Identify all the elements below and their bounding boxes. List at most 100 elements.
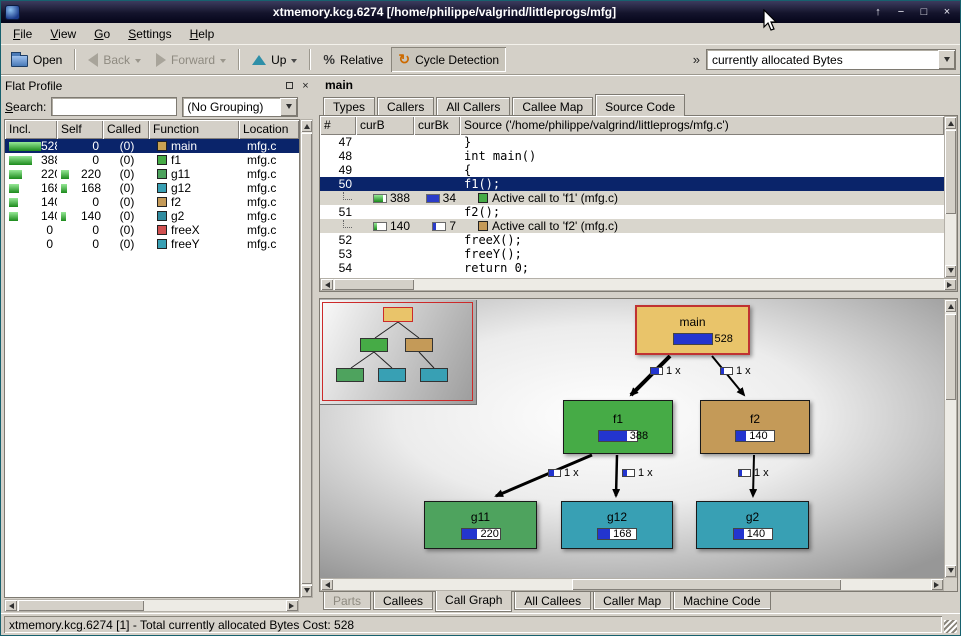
menu-file[interactable]: File: [4, 24, 41, 44]
source-line-selected[interactable]: 50 f1();: [320, 177, 944, 191]
column-source[interactable]: Source ('/home/philippe/valgrind/littlep…: [460, 116, 944, 135]
scroll-up-button[interactable]: [945, 300, 956, 312]
dock-float-button[interactable]: [283, 79, 296, 92]
column-called[interactable]: Called: [103, 120, 149, 139]
column-curB[interactable]: curB: [356, 116, 414, 135]
scroll-left-button[interactable]: [321, 579, 333, 590]
source-line[interactable]: 52 freeX();: [320, 233, 944, 247]
scrollbar-thumb[interactable]: [572, 579, 841, 590]
scrollbar-thumb[interactable]: [301, 133, 312, 584]
source-call-annotation[interactable]: 140 7 Active call to 'f2' (mfg.c): [320, 219, 944, 233]
flat-profile-vertical-scrollbar[interactable]: [300, 119, 313, 598]
graph-node-f1[interactable]: f1 388: [563, 400, 673, 454]
source-call-annotation[interactable]: 388 34 Active call to 'f1' (mfg.c): [320, 191, 944, 205]
tab-source-code[interactable]: Source Code: [595, 94, 685, 116]
column-function[interactable]: Function: [149, 120, 239, 139]
tab-call-graph[interactable]: Call Graph: [435, 591, 512, 612]
tab-callers[interactable]: Callers: [377, 97, 434, 115]
tab-all-callees[interactable]: All Callees: [514, 592, 591, 610]
scroll-up-button[interactable]: [945, 117, 956, 129]
graph-overview-minimap[interactable]: [320, 300, 477, 405]
forward-button[interactable]: Forward: [149, 47, 233, 72]
menu-settings[interactable]: Settings: [119, 24, 180, 44]
close-button[interactable]: ×: [938, 4, 956, 20]
tab-machine-code[interactable]: Machine Code: [673, 592, 770, 610]
titlebar[interactable]: xtmemory.kcg.6274 [/home/philippe/valgri…: [1, 1, 960, 23]
scroll-left-button[interactable]: [321, 279, 333, 290]
table-row-freeX[interactable]: 0 0 (0) freeX mfg.c: [5, 223, 299, 237]
scroll-right-button[interactable]: [944, 279, 956, 290]
graph-node-g12[interactable]: g12 168: [561, 501, 673, 549]
relative-toggle-button[interactable]: % Relative: [316, 47, 390, 72]
graph-node-g2[interactable]: g2 140: [696, 501, 809, 549]
tab-callee-map[interactable]: Callee Map: [512, 97, 593, 115]
scroll-down-button[interactable]: [301, 585, 312, 597]
source-line[interactable]: 51 f2();: [320, 205, 944, 219]
edge-label: 1 x: [650, 365, 681, 377]
source-line[interactable]: 47 }: [320, 135, 944, 149]
dock-close-button[interactable]: ×: [299, 79, 312, 92]
menu-view[interactable]: View: [41, 24, 85, 44]
source-line[interactable]: 48 int main(): [320, 149, 944, 163]
toolbar-overflow-button[interactable]: »: [688, 52, 705, 67]
source-line[interactable]: 49 {: [320, 163, 944, 177]
column-self[interactable]: Self: [57, 120, 103, 139]
scroll-right-button[interactable]: [931, 579, 943, 590]
up-button[interactable]: Up: [245, 47, 304, 72]
open-button[interactable]: Open: [4, 47, 69, 72]
source-horizontal-scrollbar[interactable]: [320, 278, 957, 291]
menu-go[interactable]: Go: [85, 24, 119, 44]
flat-profile-horizontal-scrollbar[interactable]: [4, 599, 299, 612]
table-row-f1[interactable]: 388 0 (0) f1 mfg.c: [5, 153, 299, 167]
table-row-g2[interactable]: 140 140 (0) g2 mfg.c: [5, 209, 299, 223]
scrollbar-thumb[interactable]: [945, 130, 956, 214]
scrollbar-thumb[interactable]: [18, 600, 144, 611]
menu-help[interactable]: Help: [181, 24, 224, 44]
table-row-freeY[interactable]: 0 0 (0) freeY mfg.c: [5, 237, 299, 251]
shade-button[interactable]: ↑: [869, 4, 887, 20]
back-button[interactable]: Back: [81, 47, 148, 72]
tab-parts[interactable]: Parts: [323, 592, 371, 610]
column-line[interactable]: #: [320, 116, 356, 135]
scroll-up-button[interactable]: [301, 120, 312, 132]
search-label: Search:: [5, 100, 46, 114]
column-location[interactable]: Location: [239, 120, 299, 139]
table-row-g11[interactable]: 220 220 (0) g11 mfg.c: [5, 167, 299, 181]
scrollbar-thumb[interactable]: [334, 279, 414, 290]
minimize-button[interactable]: −: [892, 4, 910, 20]
event-type-combobox[interactable]: currently allocated Bytes: [706, 49, 956, 70]
cycle-detection-toggle-button[interactable]: ↻ Cycle Detection: [391, 47, 506, 72]
column-curBk[interactable]: curBk: [414, 116, 460, 135]
maximize-button[interactable]: □: [915, 4, 933, 20]
scroll-down-button[interactable]: [945, 565, 956, 577]
triangle-down-icon: [948, 268, 954, 276]
minimap-viewport[interactable]: [322, 302, 473, 401]
source-line[interactable]: 54 return 0;: [320, 261, 944, 275]
tab-caller-map[interactable]: Caller Map: [593, 592, 671, 610]
tab-types[interactable]: Types: [323, 97, 375, 115]
source-line[interactable]: 53 freeY();: [320, 247, 944, 261]
combo-arrow-button[interactable]: [938, 50, 955, 69]
table-row-g12[interactable]: 168 168 (0) g12 mfg.c: [5, 181, 299, 195]
graph-node-main[interactable]: main 528: [635, 305, 750, 355]
combo-arrow-button[interactable]: [280, 98, 297, 116]
graph-node-g11[interactable]: g11 220: [424, 501, 537, 549]
graph-node-f2[interactable]: f2 140: [700, 400, 810, 454]
table-row-f2[interactable]: 140 0 (0) f2 mfg.c: [5, 195, 299, 209]
search-input[interactable]: [51, 97, 177, 116]
scroll-down-button[interactable]: [945, 265, 956, 277]
scroll-left-button[interactable]: [5, 600, 17, 611]
tab-callees[interactable]: Callees: [373, 592, 433, 610]
grouping-combobox[interactable]: (No Grouping): [182, 97, 298, 117]
column-incl[interactable]: Incl.: [5, 120, 57, 139]
source-table: # curB curBk Source ('/home/philippe/val…: [320, 116, 944, 278]
graph-horizontal-scrollbar[interactable]: [320, 578, 944, 591]
scrollbar-thumb[interactable]: [945, 314, 956, 400]
source-vertical-scrollbar[interactable]: [944, 116, 957, 278]
table-row-main[interactable]: 528 0 (0) main mfg.c: [5, 139, 299, 153]
tab-all-callers[interactable]: All Callers: [436, 97, 510, 115]
resize-grip[interactable]: [944, 620, 957, 633]
scroll-right-button[interactable]: [286, 600, 298, 611]
graph-vertical-scrollbar[interactable]: [944, 299, 957, 578]
call-graph-canvas[interactable]: main 528 f1 388 f2 140 g11: [320, 299, 944, 578]
